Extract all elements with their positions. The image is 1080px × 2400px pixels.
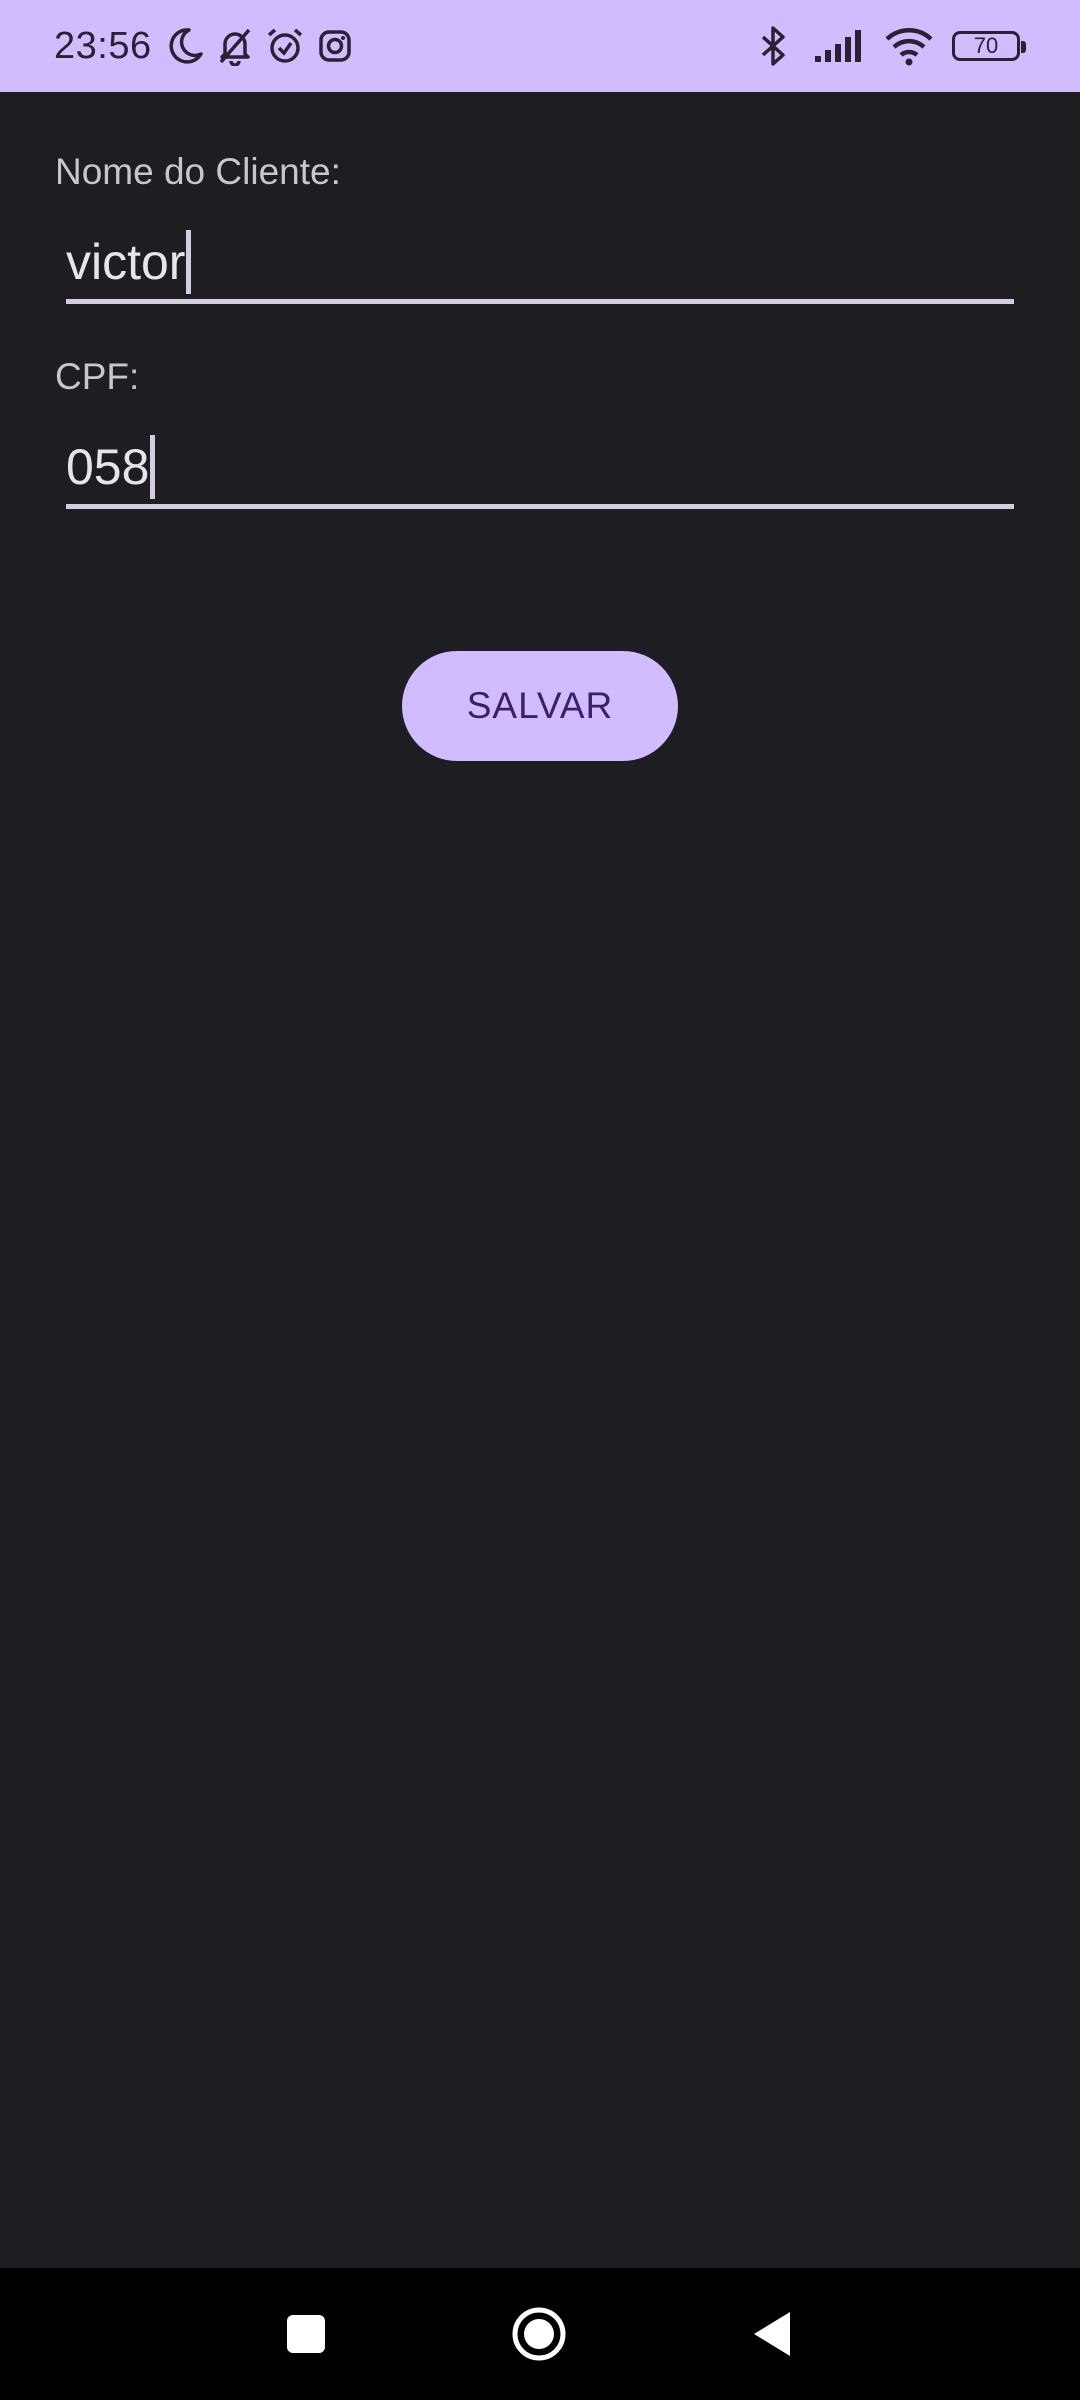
wifi-icon	[884, 25, 934, 67]
recents-button[interactable]	[246, 2268, 366, 2400]
text-cursor	[186, 229, 192, 294]
status-left: 23:56	[54, 0, 356, 92]
alarm-icon	[264, 25, 306, 67]
circle-icon	[512, 2307, 566, 2361]
moon-icon	[164, 25, 206, 67]
battery-icon: 70	[952, 31, 1026, 61]
navigation-bar	[0, 2268, 1080, 2400]
home-button[interactable]	[479, 2268, 599, 2400]
cpf-input[interactable]: 058	[66, 429, 1014, 509]
instagram-icon	[314, 25, 356, 67]
save-button-label: SALVAR	[466, 685, 614, 726]
app-screen: 23:56 70 Nome do Cliente: victor CPF: 05…	[0, 0, 1080, 2400]
status-time: 23:56	[54, 24, 152, 67]
signal-icon	[812, 25, 866, 67]
status-bar: 23:56 70	[0, 0, 1080, 92]
status-right: 70	[752, 0, 1026, 92]
square-icon	[287, 2315, 325, 2353]
save-button[interactable]: SALVAR	[402, 651, 678, 761]
name-label: Nome do Cliente:	[55, 151, 341, 192]
name-input[interactable]: victor	[66, 224, 1014, 304]
bluetooth-icon	[752, 25, 794, 67]
battery-level: 70	[973, 33, 999, 58]
bell-off-icon	[214, 25, 256, 67]
triangle-back-icon	[754, 2312, 790, 2356]
back-button[interactable]	[712, 2268, 832, 2400]
text-cursor	[150, 434, 156, 499]
cpf-label: CPF:	[55, 356, 140, 397]
name-input-value: victor	[66, 233, 186, 290]
cpf-input-value: 058	[66, 438, 150, 495]
